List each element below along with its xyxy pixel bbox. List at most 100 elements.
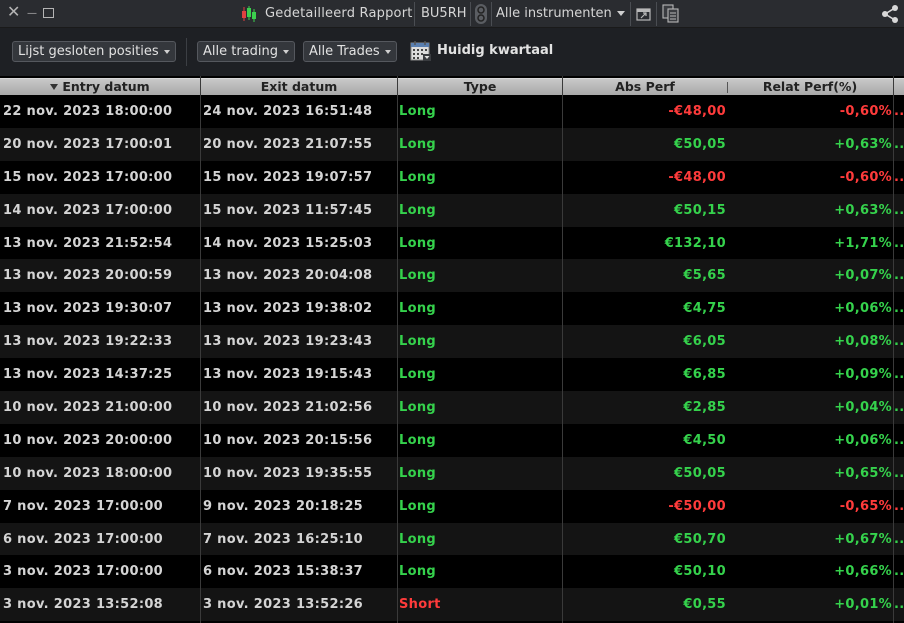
rel-perf-cell: +0,04%	[834, 399, 892, 415]
entry-date-cell: 14 nov. 2023 17:00:00	[3, 202, 173, 218]
maximize-icon[interactable]	[43, 8, 54, 18]
table-row[interactable]: 13 nov. 2023 19:30:07 13 nov. 2023 19:38:…	[0, 292, 904, 326]
table-row[interactable]: 14 nov. 2023 17:00:00 15 nov. 2023 11:57:…	[0, 193, 904, 227]
rel-perf-cell: +0,63%	[834, 136, 892, 152]
column-header-entry-date[interactable]: Entry datum	[0, 79, 200, 95]
truncated-column-indicator: ..	[894, 301, 904, 317]
title-bar: ✕ — Gedetailleerd Rapport BU5RH Alle ins…	[0, 0, 904, 28]
column-header-label: Entry datum	[62, 79, 150, 94]
title-divider	[656, 2, 657, 26]
column-header-type[interactable]: Type	[398, 79, 562, 95]
trading-filter-label: Alle trading	[203, 44, 279, 59]
toolbar-divider	[186, 38, 187, 66]
chevron-down-icon[interactable]	[617, 11, 625, 16]
exit-date-cell: 13 nov. 2023 19:38:02	[203, 301, 373, 317]
exit-date-cell: 13 nov. 2023 20:04:08	[203, 268, 373, 284]
entry-date-cell: 7 nov. 2023 17:00:00	[3, 498, 164, 514]
table-row[interactable]: 13 nov. 2023 14:37:25 13 nov. 2023 19:15:…	[0, 358, 904, 392]
abs-perf-cell: €50,05	[674, 465, 726, 481]
table-row[interactable]: 10 nov. 2023 20:00:00 10 nov. 2023 20:15:…	[0, 423, 904, 457]
entry-date-cell: 13 nov. 2023 14:37:25	[3, 367, 173, 383]
table-row[interactable]: 3 nov. 2023 13:52:08 3 nov. 2023 13:52:26…	[0, 588, 904, 622]
table-row[interactable]: 10 nov. 2023 18:00:00 10 nov. 2023 19:35:…	[0, 456, 904, 490]
truncated-column-indicator: ..	[894, 235, 904, 251]
table-row[interactable]: 15 nov. 2023 17:00:00 15 nov. 2023 19:07:…	[0, 160, 904, 194]
exit-date-cell: 3 nov. 2023 13:52:26	[203, 597, 364, 613]
table-row[interactable]: 13 nov. 2023 20:00:59 13 nov. 2023 20:04:…	[0, 259, 904, 293]
truncated-column-indicator: ..	[894, 268, 904, 284]
abs-perf-cell: €5,65	[683, 268, 726, 284]
period-selector[interactable]: Huidig kwartaal	[437, 43, 553, 58]
exit-date-cell: 24 nov. 2023 16:51:48	[203, 103, 373, 119]
rel-perf-cell: +0,07%	[834, 268, 892, 284]
column-divider	[397, 76, 398, 623]
truncated-column-indicator: ..	[894, 597, 904, 613]
type-cell: Long	[399, 202, 436, 218]
minimize-icon[interactable]: —	[27, 7, 37, 21]
entry-date-cell: 13 nov. 2023 19:22:33	[3, 334, 173, 350]
truncated-column-indicator: ..	[894, 169, 904, 185]
truncated-column-indicator: ..	[894, 334, 904, 350]
column-header-label: Type	[463, 79, 497, 94]
truncated-column-indicator: ..	[894, 498, 904, 514]
chevron-down-icon	[384, 50, 391, 54]
type-cell: Long	[399, 465, 436, 481]
table-body: 22 nov. 2023 18:00:00 24 nov. 2023 16:51:…	[0, 95, 904, 622]
trading-filter-dropdown[interactable]: Alle trading	[197, 41, 296, 62]
table-row[interactable]: 13 nov. 2023 19:22:33 13 nov. 2023 19:23:…	[0, 325, 904, 359]
type-cell: Long	[399, 432, 436, 448]
table-row[interactable]: 10 nov. 2023 21:00:00 10 nov. 2023 21:02:…	[0, 391, 904, 424]
trades-filter-dropdown[interactable]: Alle Trades	[303, 41, 397, 62]
entry-date-cell: 13 nov. 2023 21:52:54	[3, 235, 173, 251]
share-icon[interactable]	[880, 4, 900, 24]
positions-filter-label: Lijst gesloten posities	[18, 44, 159, 59]
rel-perf-cell: +0,09%	[834, 367, 892, 383]
abs-perf-cell: €6,05	[683, 334, 726, 350]
copy-icon[interactable]	[662, 4, 680, 23]
candlestick-icon	[242, 6, 256, 22]
truncated-column-indicator: ..	[894, 399, 904, 415]
entry-date-cell: 13 nov. 2023 20:00:59	[3, 268, 173, 284]
table-row[interactable]: 13 nov. 2023 21:52:54 14 nov. 2023 15:25:…	[0, 226, 904, 260]
exit-date-cell: 10 nov. 2023 19:35:55	[203, 465, 373, 481]
abs-perf-cell: €132,10	[664, 235, 726, 251]
table-row[interactable]: 7 nov. 2023 17:00:00 9 nov. 2023 20:18:25…	[0, 489, 904, 523]
popout-icon[interactable]	[636, 6, 652, 21]
exit-date-cell: 7 nov. 2023 16:25:10	[203, 531, 364, 547]
positions-filter-dropdown[interactable]: Lijst gesloten posities	[12, 41, 176, 62]
title-divider	[414, 2, 415, 26]
entry-date-cell: 10 nov. 2023 18:00:00	[3, 465, 173, 481]
column-divider	[200, 76, 201, 623]
exit-date-cell: 15 nov. 2023 11:57:45	[203, 202, 373, 218]
table-header: Entry datum Exit datum Type Abs Perf Rel…	[0, 78, 904, 95]
chevron-down-icon	[163, 50, 170, 54]
entry-date-cell: 10 nov. 2023 21:00:00	[3, 399, 173, 415]
exit-date-cell: 13 nov. 2023 19:23:43	[203, 334, 373, 350]
abs-perf-cell: €6,85	[683, 367, 726, 383]
entry-date-cell: 3 nov. 2023 13:52:08	[3, 597, 164, 613]
table-row[interactable]: 20 nov. 2023 17:00:01 20 nov. 2023 21:07:…	[0, 127, 904, 161]
type-cell: Long	[399, 367, 436, 383]
type-cell: Long	[399, 268, 436, 284]
exit-date-cell: 10 nov. 2023 20:15:56	[203, 432, 373, 448]
link-icon[interactable]	[474, 3, 488, 25]
table-row[interactable]: 3 nov. 2023 17:00:00 6 nov. 2023 15:38:37…	[0, 555, 904, 589]
entry-date-cell: 3 nov. 2023 17:00:00	[3, 564, 164, 580]
column-header-exit-date[interactable]: Exit datum	[201, 79, 397, 95]
entry-date-cell: 13 nov. 2023 19:30:07	[3, 301, 173, 317]
table-row[interactable]: 6 nov. 2023 17:00:00 7 nov. 2023 16:25:10…	[0, 522, 904, 556]
exit-date-cell: 14 nov. 2023 15:25:03	[203, 235, 373, 251]
entry-date-cell: 6 nov. 2023 17:00:00	[3, 531, 164, 547]
entry-date-cell: 15 nov. 2023 17:00:00	[3, 169, 173, 185]
truncated-column-indicator: ..	[894, 136, 904, 152]
column-header-rel-perf[interactable]: Relat Perf(%)	[728, 79, 892, 95]
calendar-icon[interactable]	[410, 40, 432, 62]
rel-perf-cell: +0,67%	[834, 531, 892, 547]
window-title: Gedetailleerd Rapport	[265, 6, 413, 21]
type-cell: Long	[399, 136, 436, 152]
column-header-abs-perf[interactable]: Abs Perf	[563, 79, 727, 95]
exit-date-cell: 6 nov. 2023 15:38:37	[203, 564, 364, 580]
instrument-filter-dropdown[interactable]: Alle instrumenten	[496, 6, 612, 21]
table-row[interactable]: 22 nov. 2023 18:00:00 24 nov. 2023 16:51:…	[0, 95, 904, 128]
close-icon[interactable]: ✕	[7, 4, 20, 20]
